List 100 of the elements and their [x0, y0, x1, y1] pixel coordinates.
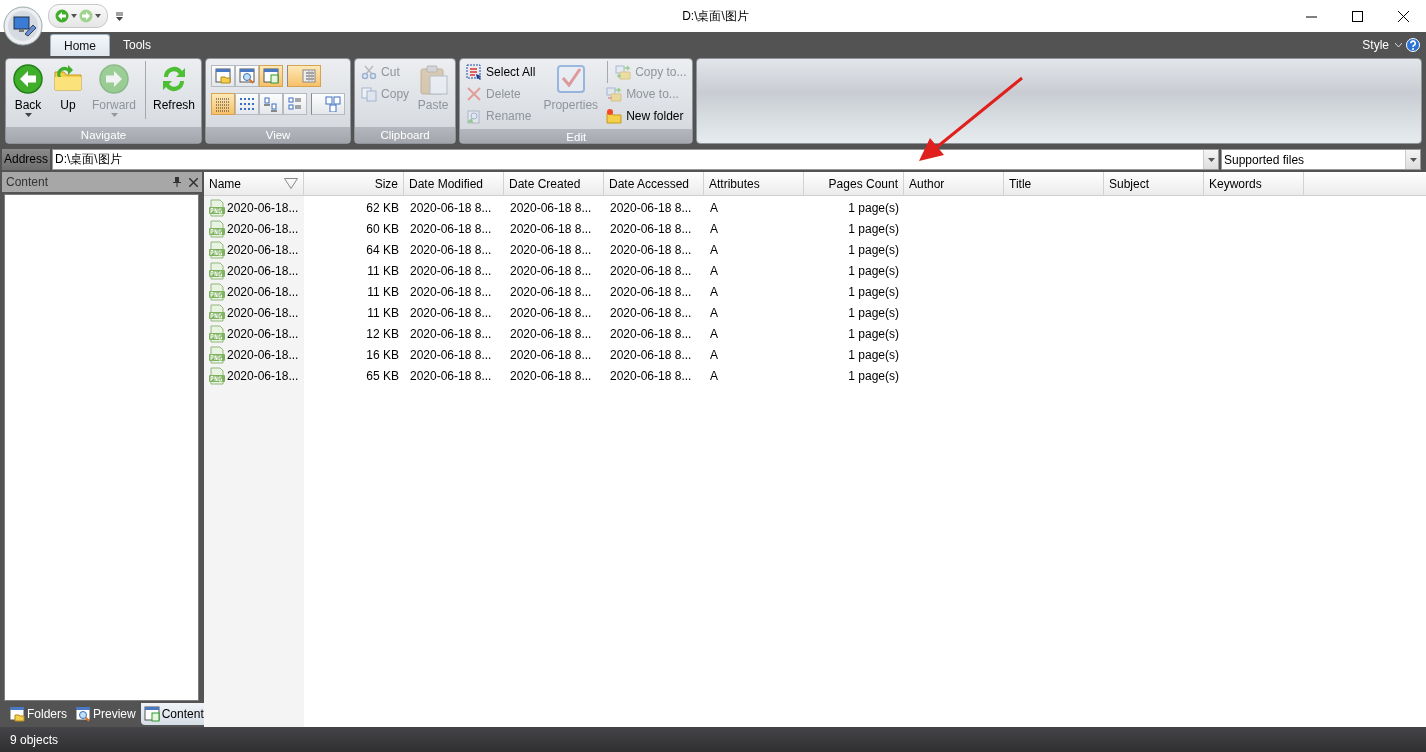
table-cell-text: 1 page(s) — [847, 326, 900, 341]
column-header[interactable]: Attributes — [704, 172, 804, 195]
caret-icon[interactable] — [71, 14, 77, 18]
table-cell-text: 2020-06-18 8... — [509, 263, 593, 278]
table-cell-text: 2020-06-18 8... — [409, 263, 493, 278]
view-mode-button[interactable] — [311, 93, 346, 115]
panel-tab[interactable]: Content — [140, 703, 207, 725]
table-cell-text: 1 page(s) — [847, 368, 900, 383]
table-cell-text: 2020-06-18 8... — [409, 284, 493, 299]
table-cell-text: 11 KB — [366, 305, 400, 320]
png-file-icon — [208, 303, 226, 322]
folder-window-icon — [9, 706, 25, 722]
table-cell: 2020-06-18... — [227, 326, 299, 341]
scissors-icon — [361, 64, 378, 80]
panel-tab[interactable]: Folders — [6, 703, 70, 725]
delete-icon — [466, 86, 483, 102]
table-cell: 2020-06-18... — [227, 347, 299, 362]
view-mode-button[interactable] — [211, 65, 236, 87]
address-label: Address — [2, 149, 51, 170]
table-cell: 2020-06-18... — [227, 305, 299, 320]
address-field[interactable]: D:\桌面\图片 — [52, 149, 1219, 170]
table-cell-text: 2020-06-18 8... — [509, 242, 593, 257]
table-cell: 2020-06-18... — [227, 242, 299, 257]
group-label: Clipboard — [355, 127, 456, 143]
table-cell-text: 2020-06-18 8... — [409, 368, 493, 383]
panel-tab[interactable]: Preview — [72, 703, 139, 725]
pin-icon[interactable] — [173, 177, 181, 187]
table-cell: 2020-06-18... — [227, 284, 299, 299]
table-cell-text: 2020-06-18 8... — [409, 221, 493, 236]
list-view-icon — [287, 96, 304, 112]
table-cell-text: 2020-06-18 8... — [609, 284, 693, 299]
png-file-icon — [208, 345, 226, 364]
table-cell-text: 2020-06-18 8... — [509, 326, 593, 341]
table-cell-text: 60 KB — [365, 221, 400, 236]
table-cell: 2020-06-18... — [227, 368, 299, 383]
magnifier-window-icon — [239, 68, 256, 84]
table-cell-text: 1 page(s) — [847, 200, 900, 215]
png-file-icon — [208, 366, 226, 385]
view-mode-button[interactable] — [259, 93, 284, 115]
table-cell-text: 2020-06-18 8... — [609, 200, 693, 215]
ribbon-button[interactable]: Back — [9, 61, 47, 119]
table-cell-text: 2020-06-18 8... — [509, 200, 593, 215]
table-cell-text: 2020-06-18 8... — [609, 347, 693, 362]
table-cell-text: 1 page(s) — [847, 284, 900, 299]
caret-icon — [24, 113, 32, 117]
column-header[interactable]: Size — [304, 172, 404, 195]
table-cell-text: 2020-06-18 8... — [509, 347, 593, 362]
caret-icon — [1409, 157, 1417, 162]
copy-icon — [361, 86, 378, 102]
ribbon-button[interactable]: New folder — [603, 105, 690, 127]
column-header[interactable]: Date Accessed — [604, 172, 704, 195]
help-icon[interactable] — [1406, 38, 1420, 52]
column-header[interactable]: Date Modified — [404, 172, 504, 195]
close-icon — [1397, 10, 1409, 22]
ribbon-button[interactable]: Up — [49, 61, 87, 119]
column-header[interactable]: Subject — [1104, 172, 1204, 195]
table-cell-text: A — [709, 326, 719, 341]
table-cell-text: A — [709, 368, 719, 383]
table-cell-text: 2020-06-18 8... — [409, 200, 493, 215]
style-menu[interactable]: Style — [1358, 38, 1406, 52]
ribbon-button[interactable]: Refresh — [145, 61, 199, 119]
table-cell-text: 1 page(s) — [847, 305, 900, 320]
checkbox-icon — [554, 63, 587, 95]
table-cell: 2020-06-18... — [227, 221, 299, 236]
clipboard-icon — [417, 63, 450, 95]
ribbon-button[interactable]: Select All — [463, 61, 539, 83]
close-icon[interactable] — [189, 177, 198, 187]
column-header[interactable]: Author — [904, 172, 1004, 195]
ribbon-tab[interactable]: Tools — [110, 34, 165, 56]
table-cell-text: 11 KB — [366, 263, 400, 278]
view-mode-button[interactable] — [283, 93, 308, 115]
png-file-icon — [208, 324, 226, 343]
view-mode-button[interactable] — [259, 65, 284, 87]
view-mode-button[interactable] — [211, 93, 236, 115]
column-header[interactable]: Pages Count — [804, 172, 904, 195]
column-header[interactable]: Name — [204, 172, 304, 195]
column-header[interactable]: Date Created — [504, 172, 604, 195]
group-label: View — [206, 127, 351, 143]
column-header[interactable]: Title — [1004, 172, 1104, 195]
filter-dropdown[interactable]: Supported files — [1221, 149, 1421, 170]
table-cell-text: 2020-06-18 8... — [609, 221, 693, 236]
caret-icon[interactable] — [95, 14, 101, 18]
table-cell-text: 65 KB — [365, 368, 400, 383]
status-text: 9 objects — [10, 732, 59, 747]
column-header[interactable]: Keywords — [1204, 172, 1304, 195]
table-cell-text: 2020-06-18 8... — [509, 221, 593, 236]
table-cell-text: A — [709, 305, 719, 320]
view-mode-button[interactable] — [235, 65, 260, 87]
back-arrow-icon[interactable] — [55, 9, 69, 23]
png-file-icon — [208, 261, 226, 280]
customize-toolbar-icon[interactable] — [116, 11, 123, 21]
select-all-icon — [466, 64, 483, 80]
view-mode-button[interactable] — [287, 65, 322, 87]
group-label: Navigate — [6, 127, 202, 143]
tiles-view-icon — [239, 96, 256, 112]
view-mode-button[interactable] — [235, 93, 260, 115]
ribbon-tab[interactable]: Home — [50, 34, 110, 56]
table-cell-text: A — [709, 242, 719, 257]
table-cell-text: 1 page(s) — [847, 347, 900, 362]
document-window-icon — [143, 706, 160, 722]
